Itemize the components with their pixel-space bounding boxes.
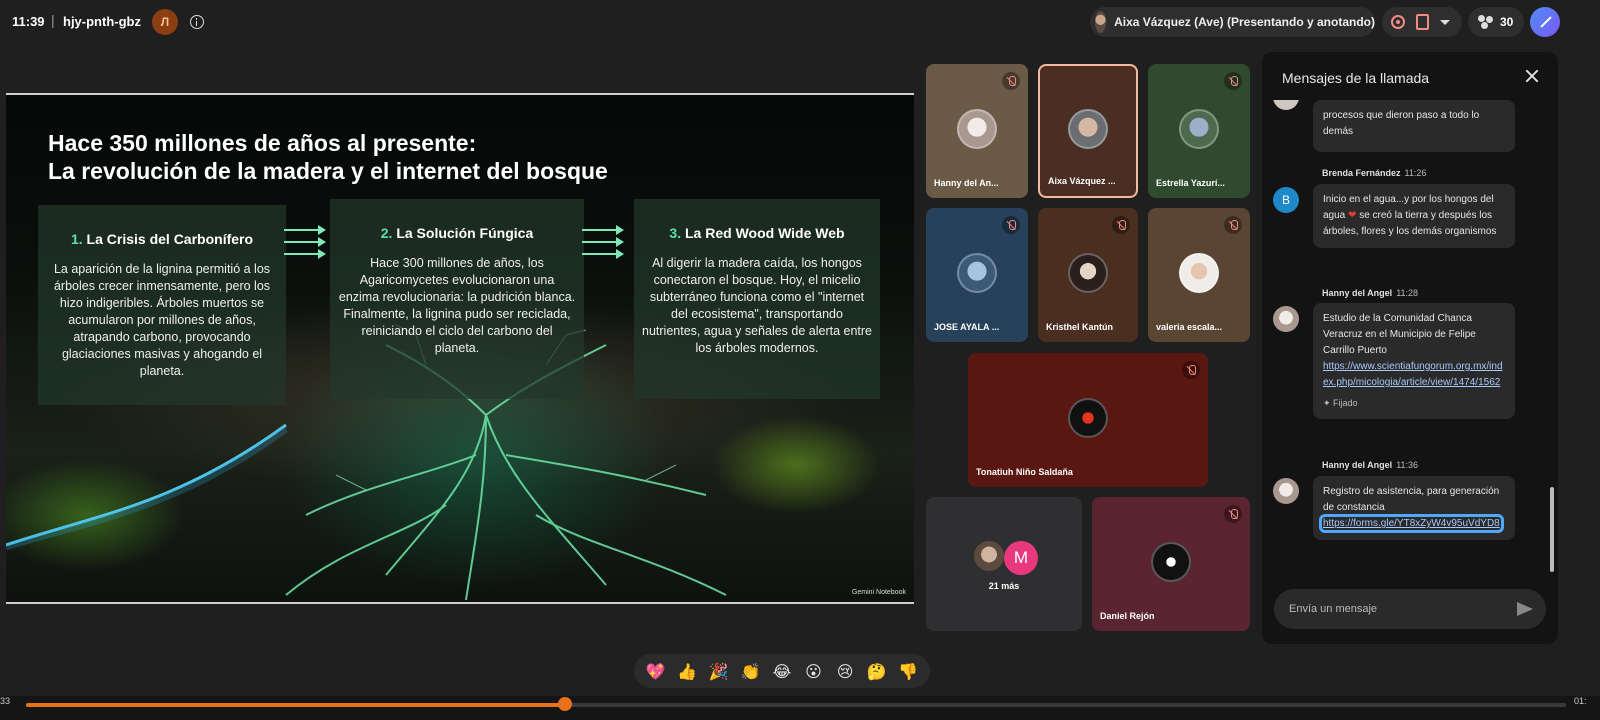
mic-off-icon	[1224, 505, 1242, 523]
avatar	[957, 109, 997, 149]
mic-off-icon	[1224, 72, 1242, 90]
avatar	[1273, 306, 1299, 332]
participant-tile[interactable]: Daniel Rejón	[1092, 497, 1250, 631]
participant-name: valeria escala...	[1156, 322, 1223, 332]
participant-name: Hanny del An...	[934, 178, 999, 188]
participant-name: Kristhel Kantún	[1046, 322, 1114, 332]
recording-pill[interactable]	[1382, 7, 1462, 37]
participant-name: JOSE AYALA ...	[934, 322, 1000, 332]
more-participants-tile[interactable]: M 21 más	[926, 497, 1082, 631]
chat-title: Mensajes de la llamada	[1282, 70, 1430, 86]
presenter-label: Aixa Vázquez (Ave) (Presentando y anotan…	[1114, 15, 1375, 29]
chat-message: Estudio de la Comunidad Chanca Veracruz …	[1313, 303, 1515, 419]
clock: 11:39	[12, 14, 45, 29]
avatar	[1151, 542, 1191, 582]
arrow-icon	[284, 223, 334, 263]
sad-reaction[interactable]: 😢	[833, 662, 857, 681]
mic-off-icon	[1182, 361, 1200, 379]
mic-off-icon	[1002, 216, 1020, 234]
avatar	[1273, 478, 1299, 504]
presentation-stage: Hace 350 millones de años al presente: L…	[0, 44, 920, 644]
video-timeline: 33 01:	[0, 696, 1600, 720]
message-sender: Brenda Fernández 11:26	[1322, 168, 1427, 178]
presented-slide: Hace 350 millones de años al presente: L…	[6, 93, 914, 604]
notes-icon[interactable]	[1416, 14, 1429, 30]
chat-scrollbar[interactable]	[1550, 487, 1554, 572]
clap-reaction[interactable]: 👏	[738, 662, 762, 681]
avatar	[1068, 398, 1108, 438]
separator: |	[51, 12, 55, 28]
participant-tile[interactable]: Hanny del An...	[926, 64, 1028, 198]
info-icon[interactable]	[190, 15, 204, 29]
participant-name: Daniel Rejón	[1100, 611, 1155, 621]
presenter-pill[interactable]: Aixa Vázquez (Ave) (Presentando y anotan…	[1090, 7, 1375, 37]
people-icon	[1478, 15, 1494, 29]
avatar	[1273, 100, 1299, 110]
participants-button[interactable]: 30	[1468, 7, 1524, 37]
gemini-icon[interactable]	[1530, 7, 1560, 37]
sparkling-heart-reaction[interactable]: 💖	[644, 662, 668, 681]
timeline-duration: 01:	[1574, 696, 1587, 706]
avatar	[1179, 109, 1219, 149]
participant-tile[interactable]: Estrella Yazurí...	[1148, 64, 1250, 198]
thumbs-down-reaction[interactable]: 👎	[896, 662, 920, 681]
avatar: B	[1273, 187, 1299, 213]
top-bar: 11:39 | hjy-pnth-gbz Л Aixa Vázquez (Ave…	[0, 0, 1600, 44]
heart-icon: ❤	[1348, 210, 1357, 221]
host-controls-badge[interactable]: Л	[152, 9, 178, 35]
participant-name: Estrella Yazurí...	[1156, 178, 1225, 188]
avatar	[1068, 109, 1108, 149]
avatar: M	[1004, 541, 1038, 575]
participant-name: Tonatiuh Niño Saldaña	[976, 467, 1073, 477]
avatar	[957, 253, 997, 293]
slide-title: Hace 350 millones de años al presente: L…	[48, 130, 608, 184]
recording-icon[interactable]	[1391, 15, 1405, 29]
chat-messages[interactable]: procesos que dieron paso a todo lo demás…	[1262, 100, 1558, 580]
presenter-avatar	[1095, 11, 1107, 33]
meeting-code: hjy-pnth-gbz	[63, 14, 141, 29]
chat-panel: Mensajes de la llamada procesos que dier…	[1262, 52, 1558, 644]
mic-off-icon	[1002, 72, 1020, 90]
surprised-reaction[interactable]: 😮	[802, 662, 826, 681]
message-sender: Hanny del Angel 11:28	[1322, 288, 1419, 298]
laugh-reaction[interactable]: 😂	[770, 662, 794, 681]
chat-message: Inicio en el agua...y por los hongos del…	[1313, 184, 1515, 248]
avatar	[974, 541, 1004, 571]
thumbs-up-reaction[interactable]: 👍	[675, 662, 699, 681]
slide-panel-1: 1. La Crisis del Carbonífero La aparició…	[38, 205, 286, 405]
mic-off-icon	[1224, 216, 1242, 234]
slide-panel-3: 3. La Red Wood Wide Web Al digerir la ma…	[634, 199, 880, 399]
message-link[interactable]: https://www.scientiafungorum.org.mx/inde…	[1323, 361, 1503, 388]
mic-off-icon	[1112, 216, 1130, 234]
timeline-scrubber[interactable]	[558, 697, 572, 711]
slide-credit: Gemini Notebook	[851, 589, 906, 596]
participant-name: Aixa Vázquez ...	[1048, 176, 1116, 186]
thinking-reaction[interactable]: 🤔	[865, 662, 889, 681]
participant-count: 30	[1500, 15, 1514, 29]
timeline-current-time: 33	[0, 696, 11, 706]
participant-tile-active[interactable]: Aixa Vázquez ...	[1038, 64, 1138, 198]
message-input[interactable]	[1289, 599, 1489, 619]
send-icon[interactable]	[1517, 602, 1533, 616]
participant-tile[interactable]: Tonatiuh Niño Saldaña	[968, 353, 1208, 487]
arrow-icon	[582, 223, 632, 263]
close-icon[interactable]	[1524, 68, 1540, 84]
participant-tile[interactable]: JOSE AYALA ...	[926, 208, 1028, 342]
more-participants-label: 21 más	[988, 581, 1020, 591]
timeline-progress	[26, 703, 565, 707]
chat-message: Registro de asistencia, para generación …	[1313, 476, 1515, 540]
party-reaction[interactable]: 🎉	[707, 662, 731, 681]
pinned-label: ✦ Fijado	[1323, 398, 1358, 408]
attendance-form-link[interactable]: https://forms.gle/YT8xZyW4v95uVdYD8	[1319, 514, 1504, 533]
chat-message: procesos que dieron paso a todo lo demás	[1313, 100, 1515, 152]
avatar	[1068, 253, 1108, 293]
message-sender: Hanny del Angel 11:36	[1322, 460, 1419, 470]
slide-panel-2: 2. La Solución Fúngica Hace 300 millones…	[330, 199, 584, 399]
reactions-bar: 💖 👍 🎉 👏 😂 😮 😢 🤔 👎	[634, 654, 930, 688]
participant-tile[interactable]: Kristhel Kantún	[1038, 208, 1138, 342]
avatar	[1179, 253, 1219, 293]
participant-tile[interactable]: valeria escala...	[1148, 208, 1250, 342]
message-composer	[1274, 589, 1546, 629]
chevron-down-icon[interactable]	[1440, 20, 1450, 25]
